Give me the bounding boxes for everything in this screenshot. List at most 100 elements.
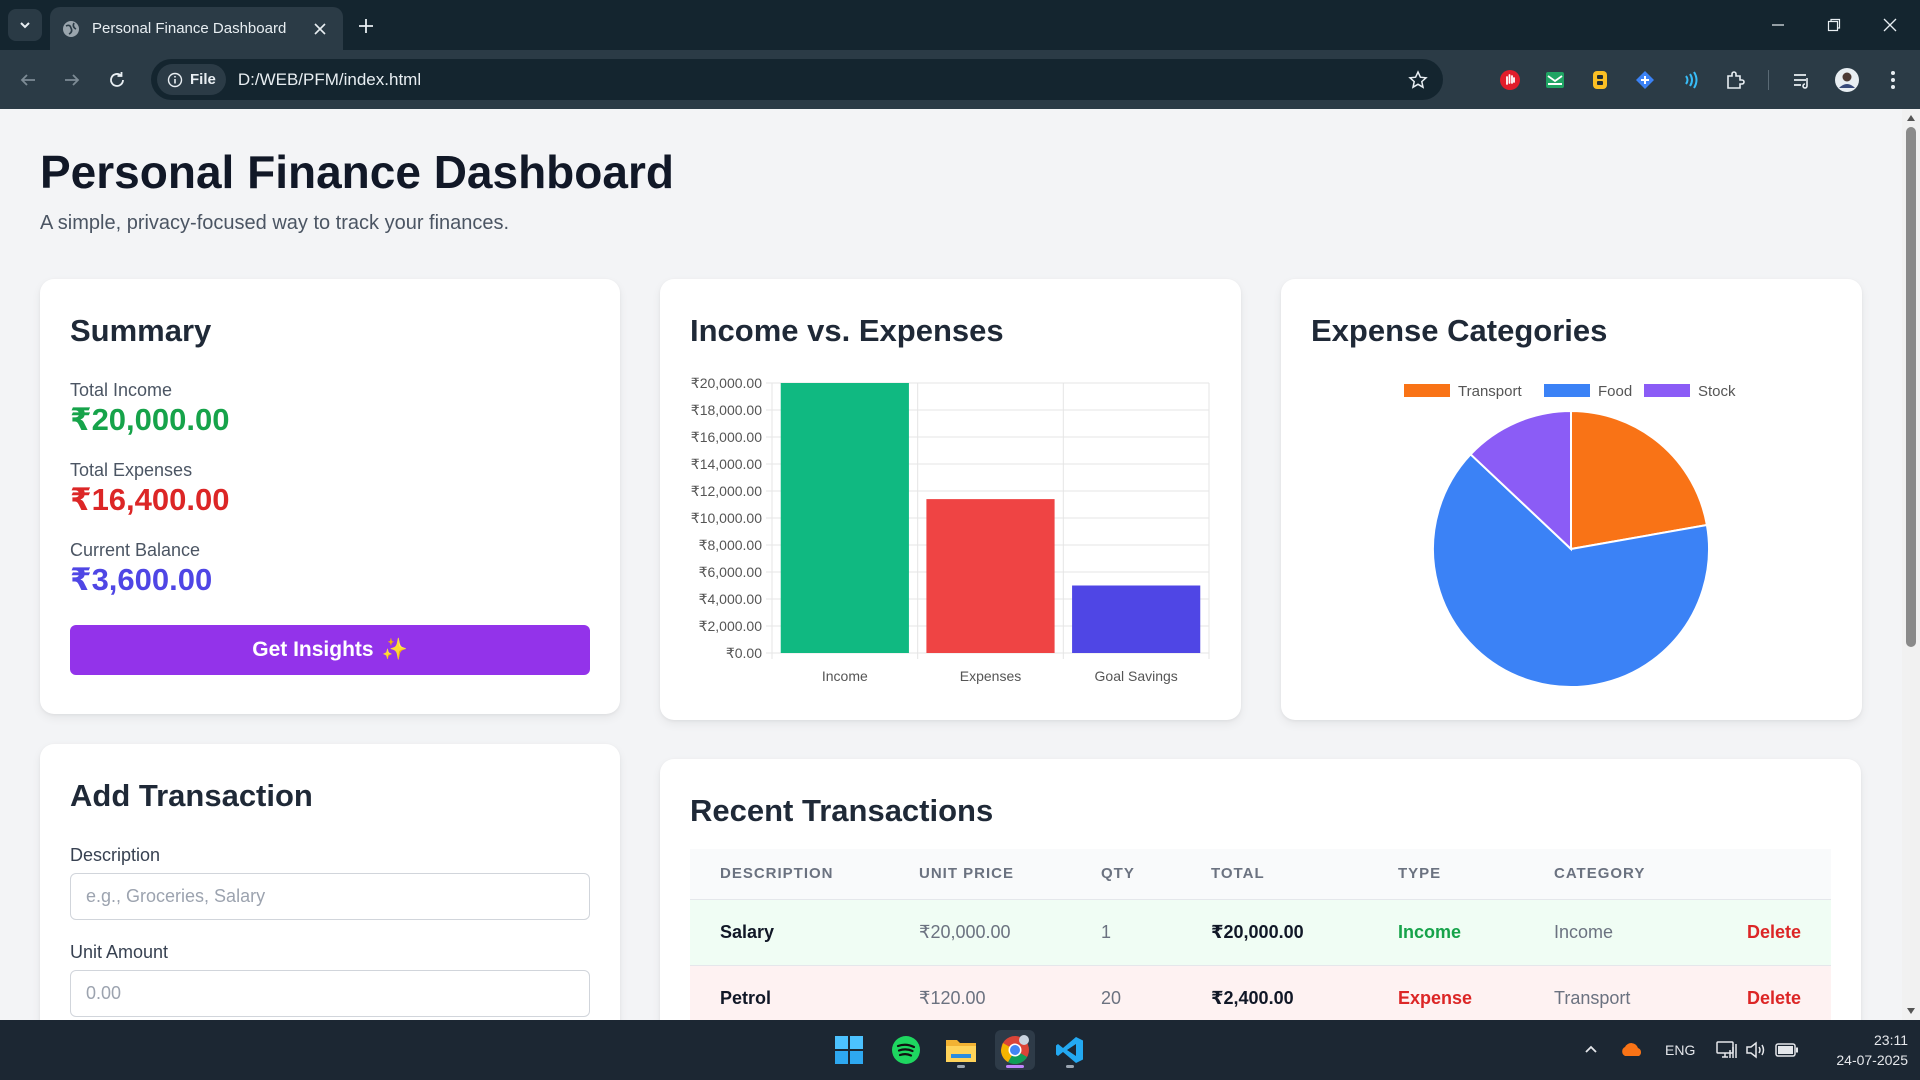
cell-description: Petrol [690, 965, 889, 1020]
onedrive-cloud-icon[interactable] [1619, 1038, 1645, 1062]
page-scrollbar[interactable] [1902, 109, 1920, 1020]
profile-avatar-icon[interactable] [1832, 65, 1862, 95]
recent-transactions-title: Recent Transactions [690, 793, 994, 828]
legend-label: Stock [1698, 383, 1736, 400]
taskbar-spotify[interactable] [886, 1030, 926, 1070]
back-button[interactable] [12, 64, 44, 96]
scroll-down-arrow-icon[interactable] [1906, 1006, 1916, 1016]
site-info-chip[interactable]: File [157, 64, 226, 95]
reload-icon [110, 72, 124, 87]
current-balance-label: Current Balance [70, 540, 201, 560]
description-label: Description [70, 845, 161, 865]
browser-tab-active[interactable]: Personal Finance Dashboard [50, 7, 343, 50]
income-expenses-card: Income vs. Expenses ₹0.00 ₹2,000.00 ₹4,000… [660, 279, 1241, 720]
y-tick-label: ₹6,000.00 [699, 564, 763, 580]
cell-actions: Delete [1684, 965, 1831, 1020]
delete-button[interactable]: Delete [1714, 988, 1831, 1009]
bookmark-star-icon[interactable] [1403, 65, 1433, 95]
chevron-up-icon [1585, 1045, 1597, 1053]
legend-swatch [1544, 384, 1590, 397]
restore-window-button[interactable] [1806, 0, 1862, 50]
sparkles-icon: ✨ [381, 638, 408, 661]
browser-toolbar: File D:/WEB/PFM/index.html [0, 50, 1920, 109]
description-input[interactable] [70, 873, 590, 920]
close-tab-icon[interactable] [309, 18, 331, 40]
volume-icon[interactable] [1745, 1038, 1767, 1062]
y-tick-label: ₹0.00 [726, 645, 762, 661]
clock-date: 24-07-2025 [1836, 1052, 1908, 1068]
delete-button[interactable]: Delete [1714, 922, 1831, 943]
header-qty: QTY [1071, 849, 1181, 900]
bar-expenses [926, 499, 1055, 653]
cell-qty: 1 [1071, 899, 1181, 966]
header-type: TYPE [1368, 849, 1524, 900]
forward-button[interactable] [56, 64, 88, 96]
taskbar-file-explorer[interactable] [941, 1030, 981, 1070]
info-icon [167, 72, 183, 87]
address-bar[interactable]: File D:/WEB/PFM/index.html [151, 59, 1443, 100]
folder-icon [946, 1040, 976, 1062]
network-display-icon[interactable] [1716, 1038, 1738, 1062]
header-actions [1684, 849, 1831, 900]
menu-kebab-icon[interactable] [1878, 65, 1908, 95]
y-tick-label: ₹4,000.00 [699, 591, 763, 607]
cell-description: Salary [690, 899, 889, 966]
taskbar-clock[interactable]: 23:11 24-07-2025 [1812, 1030, 1908, 1070]
toolbar-separator [1768, 70, 1769, 90]
legend-label: Food [1598, 383, 1632, 400]
tab-title: Personal Finance Dashboard [92, 20, 287, 37]
plus-icon [359, 19, 373, 33]
extension-blue-plus-icon[interactable] [1630, 65, 1660, 95]
scrollbar-thumb[interactable] [1906, 127, 1916, 647]
url-text: D:/WEB/PFM/index.html [237, 69, 422, 89]
get-insights-button[interactable]: Get Insights ✨ [70, 625, 590, 675]
bar-goal-savings [1072, 585, 1201, 653]
restore-icon [1827, 18, 1841, 32]
current-balance-value: ₹3,600.00 [70, 562, 213, 597]
show-hidden-icons-button[interactable] [1583, 1038, 1599, 1062]
running-indicator [957, 1065, 965, 1068]
y-tick-label: ₹16,000.00 [691, 429, 762, 445]
extensions-puzzle-icon[interactable] [1720, 65, 1750, 95]
header-total: TOTAL [1181, 849, 1368, 900]
close-window-button[interactable] [1862, 0, 1918, 50]
get-insights-label: Get Insights [252, 638, 374, 661]
battery-icon[interactable] [1775, 1038, 1799, 1062]
extension-red-hand-icon[interactable] [1495, 65, 1525, 95]
language-indicator[interactable]: ENG [1665, 1038, 1695, 1062]
start-button[interactable] [829, 1030, 869, 1070]
windows-taskbar: ENG 23:11 24-07-2025 [0, 1020, 1920, 1080]
minimize-window-button[interactable] [1750, 0, 1806, 50]
header-description: DESCRIPTION [690, 849, 889, 900]
new-tab-button[interactable] [352, 12, 380, 40]
summary-title: Summary [70, 313, 212, 348]
scroll-up-arrow-icon[interactable] [1906, 113, 1916, 123]
extension-mail-icon[interactable] [1540, 65, 1570, 95]
table-row: Salary ₹20,000.00 1 ₹20,000.00 Income In… [690, 899, 1831, 966]
income-expenses-bar-chart: ₹0.00 ₹2,000.00 ₹4,000.00 ₹6,000.00 ₹8,000.0… [691, 375, 1210, 684]
cell-qty: 20 [1071, 965, 1181, 1020]
tab-search-button[interactable] [8, 9, 42, 41]
cell-total: ₹20,000.00 [1181, 899, 1368, 966]
media-queue-icon[interactable] [1787, 65, 1817, 95]
reload-button[interactable] [101, 64, 133, 96]
globe-icon [62, 20, 80, 38]
transactions-table: DESCRIPTION UNIT PRICE QTY TOTAL TYPE CA… [690, 849, 1831, 1020]
chrome-icon [1001, 1035, 1029, 1064]
running-indicator [1066, 1065, 1074, 1068]
page-title: Personal Finance Dashboard [40, 146, 674, 198]
unit-amount-input[interactable] [70, 970, 590, 1017]
legend-label: Transport [1458, 383, 1522, 400]
total-expenses-label: Total Expenses [70, 460, 193, 480]
y-tick-label: ₹12,000.00 [691, 483, 762, 499]
total-income-value: ₹20,000.00 [70, 402, 230, 437]
extension-wave-icon[interactable] [1675, 65, 1705, 95]
site-chip-label: File [190, 71, 216, 88]
cell-category: Transport [1524, 965, 1684, 1020]
taskbar-chrome[interactable] [995, 1030, 1035, 1070]
y-tick-label: ₹8,000.00 [699, 537, 763, 553]
page-subtitle: A simple, privacy-focused way to track y… [40, 212, 510, 234]
extension-yellow-icon[interactable] [1585, 65, 1615, 95]
taskbar-vscode[interactable] [1050, 1030, 1090, 1070]
cell-actions: Delete [1684, 899, 1831, 966]
